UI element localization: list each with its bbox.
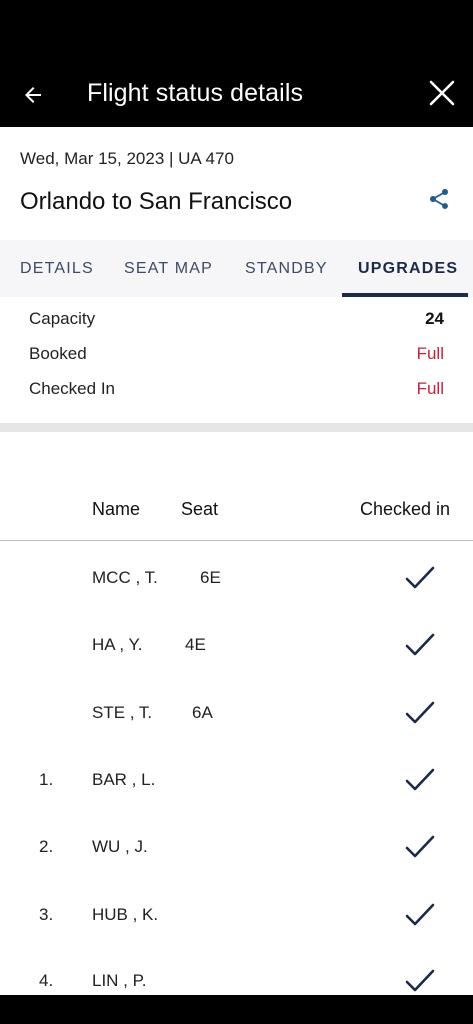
list-item-name: LIN , P. [92,971,147,990]
summary-label: Checked In [29,379,115,398]
upgrade-list-header: Name Seat Checked in [0,480,473,540]
list-item-name: BAR , L. [92,770,156,789]
list-item-number: 1. [39,770,54,789]
checkmark-icon [405,903,435,926]
tab-standby[interactable]: STANDBY [245,240,328,297]
summary-row-capacity: Capacity 24 [0,305,473,335]
summary-label: Capacity [29,309,96,328]
tab-details[interactable]: DETAILS [20,240,94,297]
column-header-checked-in: Checked in [360,499,451,519]
summary-label: Booked [29,344,87,363]
summary-row-booked: Booked Full [0,340,473,370]
summary-value: Full [416,344,444,363]
list-divider [0,540,473,541]
list-item-seat: 6A [192,703,213,722]
flight-route: Orlando to San Francisco [20,188,293,215]
list-item-seat: 6E [200,568,221,587]
page-title: Flight status details [87,79,304,107]
checkmark-icon [405,566,435,589]
checkmark-icon [405,701,435,724]
status-bar [0,0,473,60]
list-item-name: MCC , T. [92,568,158,587]
list-item-name: STE , T. [92,703,153,722]
list-item: STE , T. 6A [0,689,473,739]
list-item-name: WU , J. [92,837,148,856]
list-item: MCC , T. 6E [0,554,473,604]
app-bar: Flight status details [0,60,473,127]
tab-bar: DETAILS SEAT MAP STANDBY UPGRADES [0,240,473,297]
checkmark-icon [405,633,435,656]
capacity-summary: Capacity 24 Booked Full Checked In Full [0,297,473,423]
close-button[interactable] [425,76,459,110]
tab-upgrades[interactable]: UPGRADES [358,240,458,297]
checkmark-icon [405,835,435,858]
flight-header: Wed, Mar 15, 2023 | UA 470 Orlando to Sa… [0,127,473,240]
column-header-name: Name [92,499,141,519]
list-item-name: HA , Y. [92,635,143,654]
share-button[interactable] [425,185,453,213]
checkmark-icon [405,969,435,992]
system-nav-bar [0,995,473,1024]
back-button[interactable] [16,78,50,112]
section-divider [0,423,473,432]
summary-value: 24 [425,309,444,328]
list-item: HA , Y. 4E [0,621,473,671]
list-item: 3. HUB , K. [0,891,473,941]
summary-row-checked-in: Checked In Full [0,375,473,405]
arrow-back-icon [25,87,41,103]
list-item-number: 3. [39,905,54,924]
summary-value: Full [416,379,444,398]
checkmark-icon [405,768,435,791]
list-item-seat: 4E [185,635,206,654]
list-item-number: 2. [39,837,54,856]
column-header-seat: Seat [181,499,219,519]
list-item-number: 4. [39,971,54,990]
close-icon [429,80,455,106]
flight-date-number: Wed, Mar 15, 2023 | UA 470 [20,149,234,168]
list-item-name: HUB , K. [92,905,159,924]
share-icon [430,189,448,209]
list-item: 1. BAR , L. [0,756,473,806]
list-item: 2. WU , J. [0,823,473,873]
tab-seat-map[interactable]: SEAT MAP [124,240,213,297]
